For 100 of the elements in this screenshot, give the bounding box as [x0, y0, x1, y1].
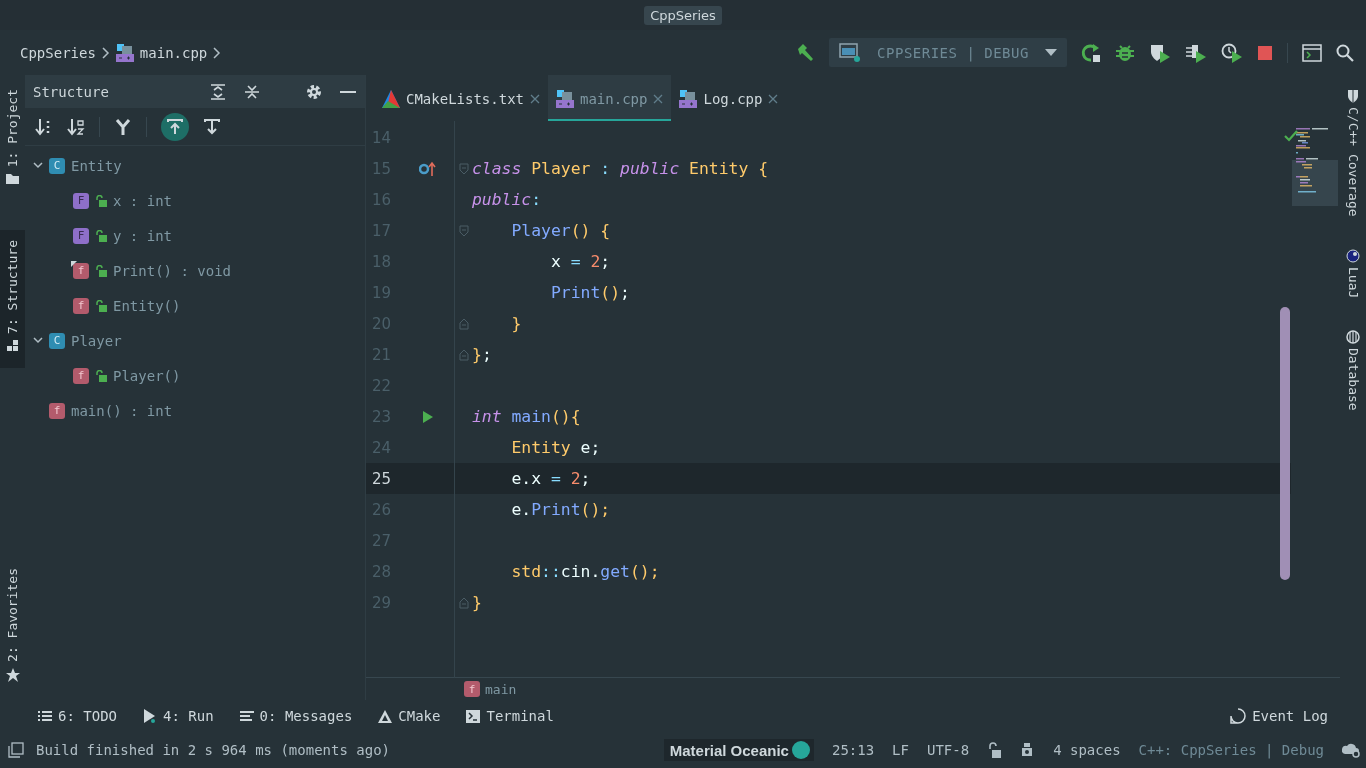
terminal-icon [466, 709, 481, 723]
tree-item[interactable]: main() : int [71, 402, 173, 419]
speech-bubble-icon [1230, 708, 1247, 724]
tree-item[interactable]: y : int [113, 227, 172, 244]
tool-window-tab[interactable]: 7: Structure [0, 230, 25, 369]
chevron-icon [101, 46, 110, 59]
file-encoding[interactable]: UTF-8 [926, 742, 970, 758]
breadcrumb-item[interactable]: main.cpp [139, 44, 208, 61]
tree-item[interactable]: Print() : void [113, 262, 231, 279]
clock-run-icon[interactable] [1221, 42, 1243, 63]
shield-run-icon[interactable] [1149, 42, 1171, 63]
minimap-drawing[interactable] [1292, 126, 1338, 208]
bug-icon[interactable] [1115, 42, 1135, 63]
tool-window-tab[interactable]: 4: Run [143, 708, 214, 724]
tool-window-tab[interactable]: 6: TODO [38, 708, 117, 724]
structure-icon [6, 340, 19, 353]
tool-window-tab[interactable]: Database [1345, 347, 1361, 411]
tool-window-tab[interactable]: 1: Project [0, 85, 25, 193]
theme-switcher[interactable]: Material Oceanic [663, 739, 814, 761]
planet-icon [1346, 248, 1360, 263]
panel-title: Structure [33, 83, 110, 100]
collapse-all-icon[interactable] [243, 82, 261, 101]
tree-item[interactable]: Entity() [113, 297, 181, 314]
method-badge: f [464, 681, 480, 697]
cpp-file-icon [679, 90, 698, 108]
shield-icon [1347, 89, 1359, 103]
star-icon [5, 668, 20, 682]
editor-tab[interactable]: CMakeLists.txt [374, 75, 548, 121]
method-badge: f [49, 402, 65, 419]
play-icon [143, 709, 157, 723]
code-line: Entity e; [510, 438, 601, 457]
triangle-icon [378, 709, 393, 723]
list-icon [38, 710, 52, 722]
tool-window-tab[interactable]: C/C++ Coverage [1345, 107, 1361, 217]
code-line: e.Print(); [510, 500, 611, 519]
sort-alphabetically-icon[interactable] [67, 117, 85, 136]
cpp-file-icon [556, 90, 574, 108]
settings-icon[interactable] [305, 82, 323, 101]
close-tab-icon[interactable] [653, 94, 664, 104]
padlock-icon [95, 264, 107, 277]
fork-icon[interactable] [114, 117, 132, 136]
caret-position[interactable]: 25:13 [831, 742, 875, 758]
upload-arrow-icon [167, 118, 183, 135]
code-line: int main(){ [472, 407, 581, 426]
tree-item[interactable]: x : int [113, 192, 172, 209]
triangle-icon [382, 90, 400, 108]
code-line: Player() { [510, 221, 611, 240]
code-line: x = 2; [549, 252, 611, 271]
close-tab-icon[interactable] [768, 94, 779, 104]
rerun-icon[interactable] [1081, 42, 1101, 63]
padlock-icon [95, 194, 107, 207]
breadcrumb-item[interactable]: main [485, 681, 517, 697]
tree-item[interactable]: Player() [113, 367, 181, 384]
tool-window-tab[interactable]: CMake [378, 708, 441, 724]
caret-icon [1045, 48, 1057, 57]
tree-item[interactable]: Player [71, 332, 122, 349]
help-cloud-icon[interactable] [1342, 742, 1360, 758]
scrollbar-thumb[interactable] [1280, 307, 1290, 580]
event-log-tab[interactable]: Event Log [1230, 708, 1328, 724]
run-icon[interactable] [422, 410, 434, 423]
tool-window-tab[interactable]: Terminal [466, 708, 554, 724]
padlock-icon [95, 229, 107, 242]
code-line: } [510, 314, 522, 333]
hammer-icon[interactable] [795, 42, 815, 63]
code-line: public: [472, 190, 542, 209]
status-message: Build finished in 2 s 964 ms (moments ago) [36, 742, 391, 758]
terminal-window-icon[interactable] [1302, 43, 1322, 62]
download-arrow-icon[interactable] [203, 117, 221, 136]
theme-dot-icon [791, 741, 810, 759]
stop-icon[interactable] [1257, 44, 1273, 61]
autoscroll-from-source-button[interactable] [161, 112, 189, 141]
cpp-file-icon [115, 43, 134, 62]
editor-tab[interactable]: main.cpp [548, 75, 672, 121]
tool-window-tab[interactable]: 0: Messages [239, 708, 353, 724]
search-icon[interactable] [1336, 43, 1354, 62]
editor-tab[interactable]: Log.cpp [671, 75, 787, 121]
indent-setting[interactable]: 4 spaces [1053, 742, 1121, 758]
close-tab-icon[interactable] [530, 94, 540, 104]
expand-all-icon[interactable] [209, 82, 227, 101]
code-line: Print(); [549, 283, 630, 302]
field-badge: F [73, 227, 89, 244]
field-badge: F [73, 192, 89, 209]
tree-item[interactable]: Entity [71, 157, 122, 174]
line-separator[interactable]: LF [892, 742, 909, 758]
line-number: 25 [371, 469, 393, 488]
tool-window-tab[interactable]: LuaJ [1345, 266, 1361, 298]
padlock-icon [95, 369, 107, 382]
panel-toggle-icon[interactable] [8, 742, 24, 758]
breadcrumb-item[interactable]: CppSeries [20, 44, 96, 61]
padlock-icon[interactable] [987, 742, 1002, 758]
profiler-run-icon[interactable] [1185, 42, 1207, 63]
tool-window-tab[interactable]: 2: Favorites [0, 564, 25, 690]
check-icon [1284, 130, 1298, 142]
folder-icon [6, 173, 19, 185]
resolve-context[interactable]: C++: CppSeries | Debug [1138, 742, 1324, 758]
code-line: std::cin.get(); [510, 562, 660, 581]
code-line: } [472, 593, 482, 612]
class-badge: C [49, 157, 65, 174]
chevron-icon [213, 46, 222, 59]
padlock-icon [95, 299, 107, 312]
